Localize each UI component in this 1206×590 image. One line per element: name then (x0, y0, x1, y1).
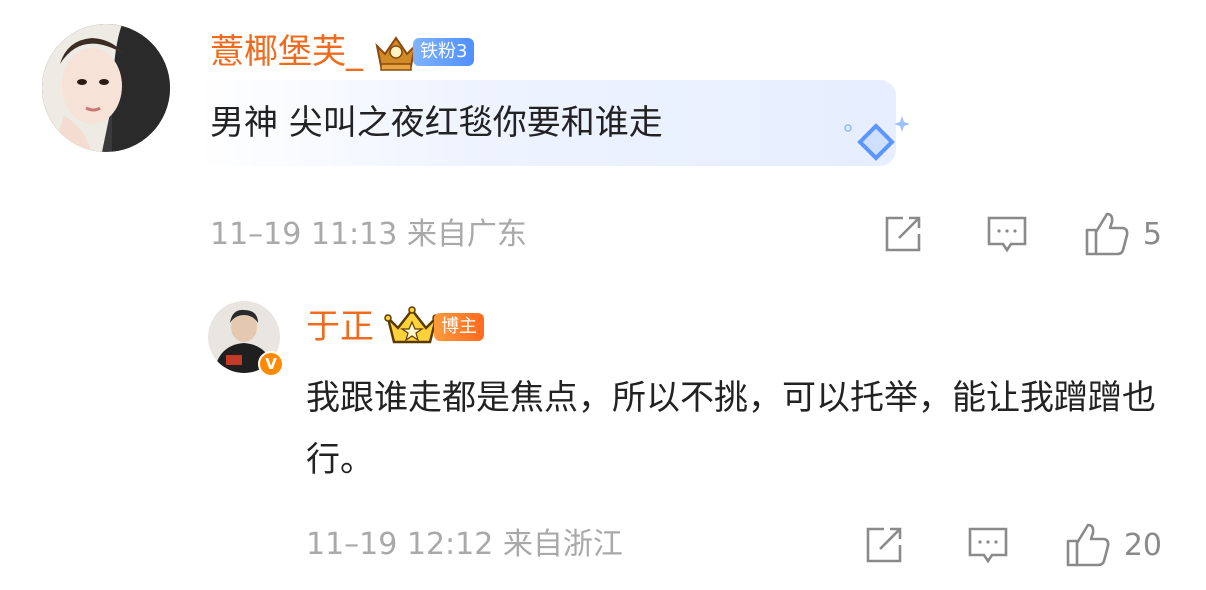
timestamp: 11–19 12:12 (306, 527, 494, 562)
comment-meta: 11–19 12:12 来自浙江 (306, 525, 623, 565)
blogger-badge-label: 博主 (434, 313, 484, 341)
like-button[interactable]: 5 (1083, 210, 1162, 258)
action-bar: 20 (862, 521, 1162, 569)
location: 来自广东 (406, 217, 527, 252)
name-row: 于正 博主 (306, 305, 484, 349)
like-count: 5 (1142, 216, 1162, 252)
action-bar: 5 (881, 210, 1162, 258)
username[interactable]: 薏椰堡芙_ (210, 30, 363, 74)
comment-text: 男神 尖叫之夜红毯你要和谁走 (210, 103, 663, 143)
comment-item: 薏椰堡芙_ 铁粉3 男神 尖叫之夜红毯你要和谁走 11–19 11:13 来自广… (0, 0, 1206, 280)
comment-thread: 薏椰堡芙_ 铁粉3 男神 尖叫之夜红毯你要和谁走 11–19 11:13 来自广… (0, 0, 1206, 590)
reply-button[interactable] (985, 212, 1029, 256)
fan-badge[interactable]: 铁粉3 (373, 32, 475, 72)
blogger-badge[interactable]: 博主 (384, 306, 484, 348)
thumbs-up-icon (1085, 212, 1129, 256)
share-button[interactable] (881, 212, 925, 256)
thumbs-up-icon (1066, 523, 1110, 567)
comment-meta: 11–19 11:13 来自广东 (210, 215, 527, 255)
share-icon (866, 527, 902, 563)
username[interactable]: 于正 (306, 305, 374, 349)
timestamp: 11–19 11:13 (210, 217, 398, 252)
name-row: 薏椰堡芙_ 铁粉3 (210, 30, 475, 74)
verified-v-icon: V (258, 351, 284, 377)
comment-icon (968, 527, 1008, 564)
share-icon (885, 216, 921, 252)
location: 来自浙江 (502, 527, 623, 562)
avatar[interactable] (42, 24, 170, 152)
like-count: 20 (1123, 527, 1162, 563)
fan-badge-label: 铁粉3 (413, 38, 475, 66)
comment-item: V 于正 博主 我跟谁走都是焦点，所以不挑，可以托举，能让我蹭蹭也行。 11–1… (0, 285, 1206, 590)
comment-icon (987, 216, 1027, 253)
diamond-decoration-icon (844, 116, 910, 161)
like-button[interactable]: 20 (1064, 521, 1162, 569)
crown-icon (384, 306, 440, 344)
share-button[interactable] (862, 523, 906, 567)
comment-text: 我跟谁走都是焦点，所以不挑，可以托举，能让我蹭蹭也行。 (306, 378, 1156, 480)
reply-button[interactable] (966, 523, 1010, 567)
